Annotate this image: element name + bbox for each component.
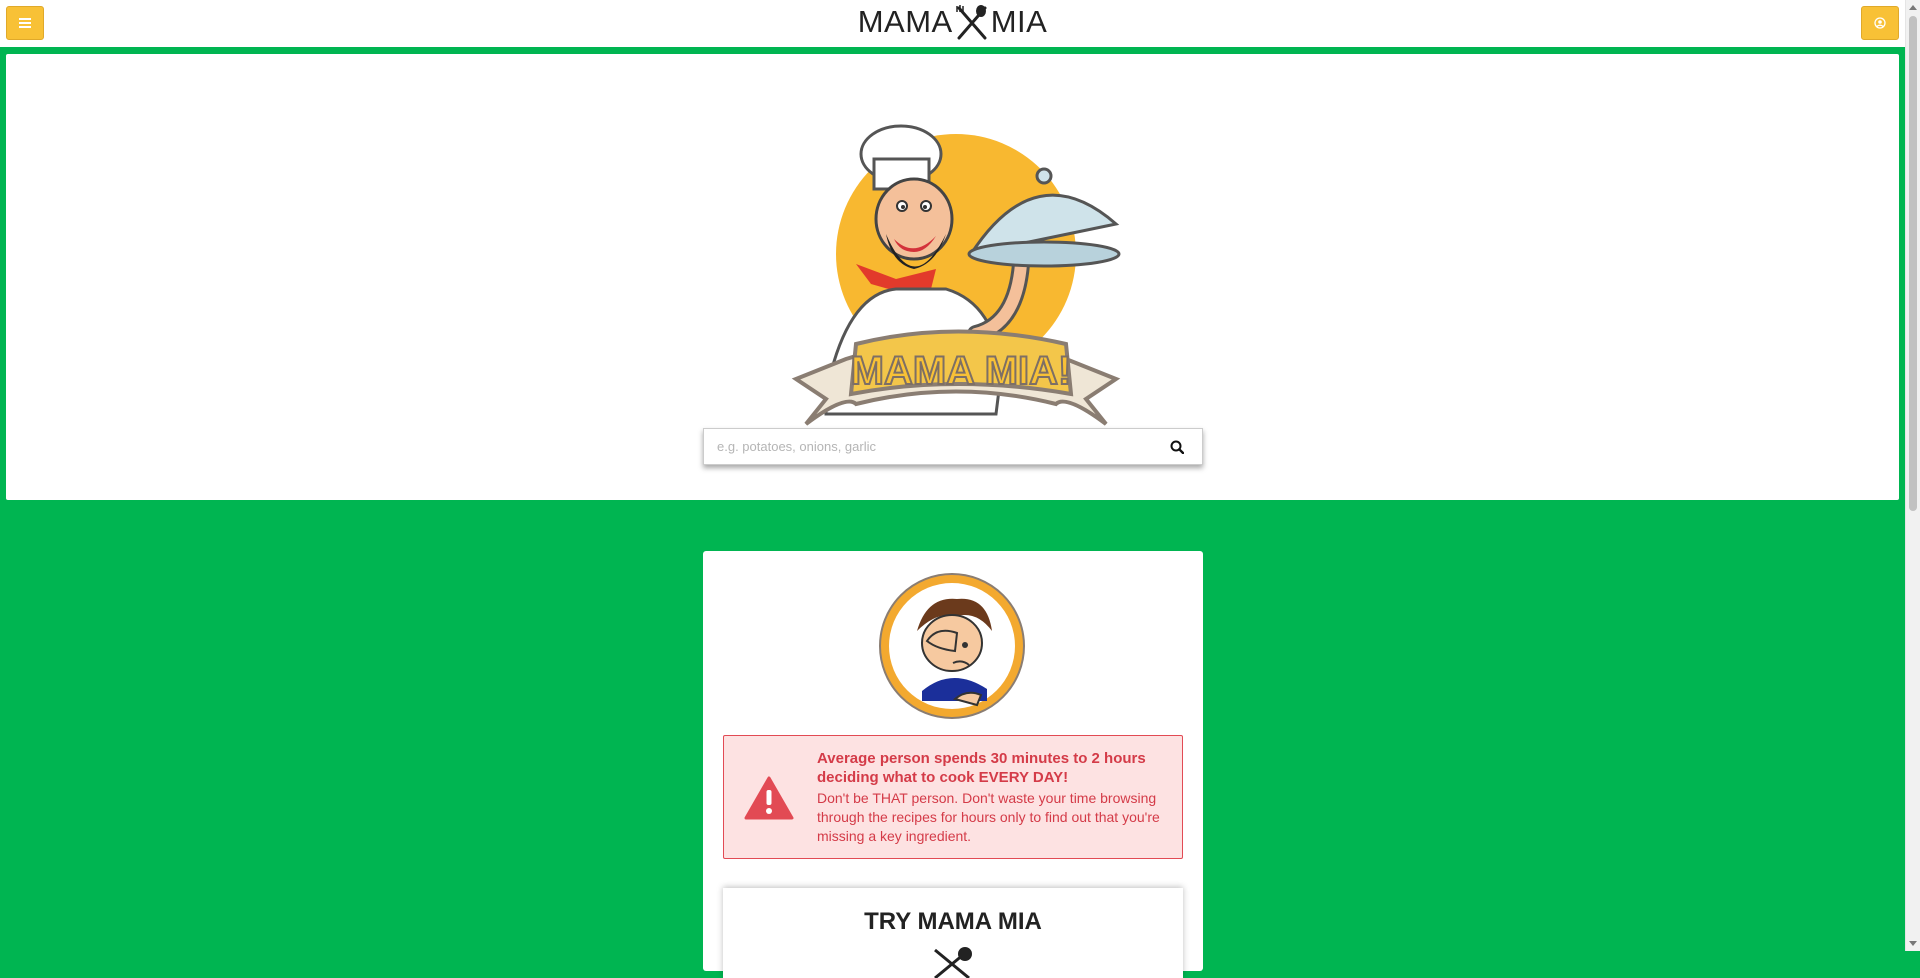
frustrated-person-image — [879, 573, 1025, 719]
scroll-down-arrow[interactable] — [1909, 941, 1917, 946]
alert-body: Don't be THAT person. Don't waste your t… — [817, 790, 1160, 844]
user-icon — [1874, 17, 1886, 29]
hero-section: MAMA MIA! — [6, 54, 1899, 500]
ingredient-search-input[interactable] — [704, 429, 1152, 464]
scroll-thumb[interactable] — [1909, 16, 1917, 511]
brand-left-text: MAMA — [857, 4, 953, 39]
user-button[interactable] — [1861, 6, 1899, 40]
alert-headline: Average person spends 30 minutes to 2 ho… — [817, 750, 1146, 786]
ingredient-search-bar — [703, 428, 1203, 465]
try-section: TRY MAMA MIA — [723, 888, 1183, 978]
top-navbar: MAMA MIA — [0, 0, 1905, 53]
fork-spoon-icon — [955, 5, 987, 40]
logo-banner-text: MAMA MIA! — [851, 349, 1072, 393]
scroll-up-arrow[interactable] — [1909, 5, 1917, 10]
page-scrollbar[interactable] — [1905, 0, 1920, 951]
search-button[interactable] — [1152, 429, 1202, 464]
warning-icon — [744, 776, 794, 820]
chef-logo-image: MAMA MIA! — [791, 124, 1121, 426]
alert-box: Average person spends 30 minutes to 2 ho… — [723, 735, 1183, 859]
search-icon — [1170, 440, 1184, 454]
header-divider — [0, 47, 1905, 53]
try-title: TRY MAMA MIA — [864, 908, 1042, 935]
brand-logo[interactable]: MAMA MIA — [0, 0, 1905, 44]
info-card: Average person spends 30 minutes to 2 ho… — [703, 551, 1203, 978]
brand-right-text: MIA — [990, 4, 1048, 39]
